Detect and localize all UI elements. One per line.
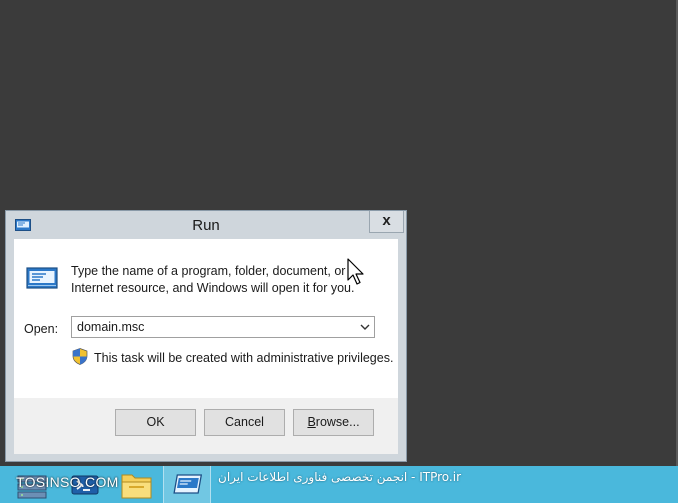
file-explorer-icon[interactable]: [118, 466, 156, 503]
watermark-itpro: ITPro.ir - انجمن تخصصی فناوری اطلاعات ای…: [218, 470, 461, 484]
run-taskbar-icon: [173, 474, 203, 494]
open-input[interactable]: [72, 317, 352, 337]
cancel-button[interactable]: Cancel: [204, 409, 285, 436]
desktop: Run x Type the name of a program, folder…: [0, 0, 678, 503]
window-title: Run: [192, 217, 220, 234]
chevron-down-icon[interactable]: [360, 323, 370, 331]
open-combobox[interactable]: [71, 316, 375, 338]
run-icon: [26, 267, 58, 289]
close-button[interactable]: x: [369, 211, 404, 233]
watermark-tosinso: TOSINSO.COM: [16, 474, 119, 490]
ok-button[interactable]: OK: [115, 409, 196, 436]
run-dialog: Run x Type the name of a program, folder…: [5, 210, 407, 462]
admin-privileges-note: This task will be created with administr…: [94, 351, 394, 365]
mouse-cursor-icon: [347, 258, 364, 285]
browse-button[interactable]: Browse...: [293, 409, 374, 436]
open-label: Open:: [24, 322, 59, 336]
uac-shield-icon: [72, 348, 88, 365]
dialog-body: Type the name of a program, folder, docu…: [14, 239, 398, 454]
run-description: Type the name of a program, folder, docu…: [71, 264, 355, 295]
title-bar[interactable]: Run x: [6, 211, 406, 239]
taskbar-run-button[interactable]: [163, 466, 211, 503]
